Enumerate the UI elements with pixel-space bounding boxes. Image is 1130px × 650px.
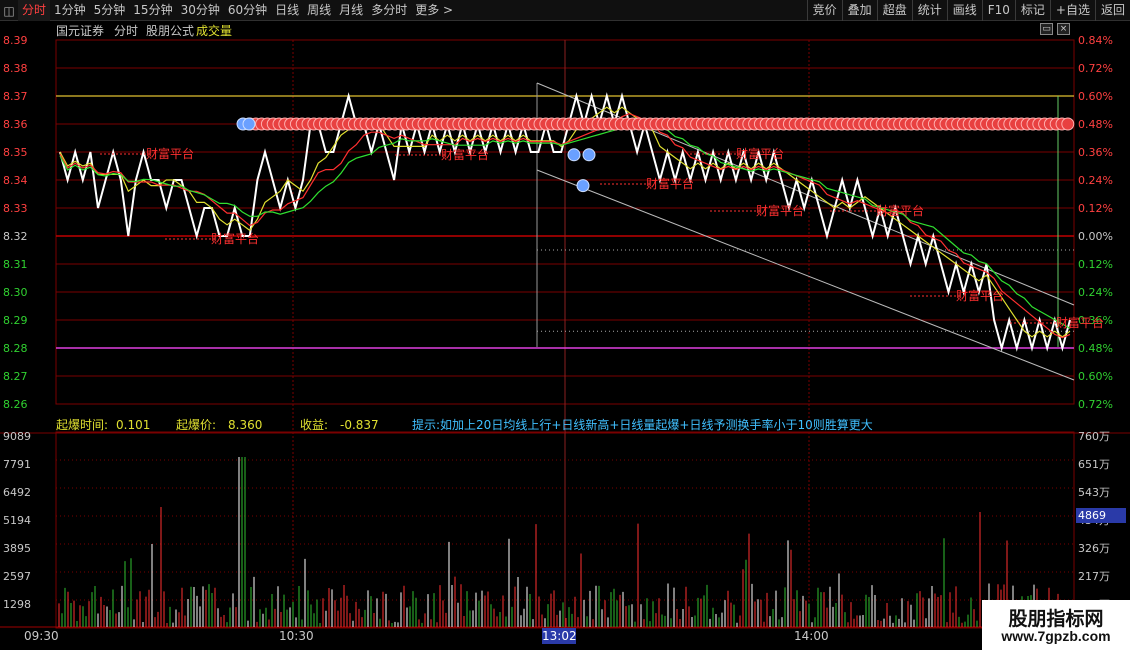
- price-axis-label: 8.26: [3, 398, 28, 411]
- signal-bead: [1061, 117, 1075, 131]
- annotation-label: 财富平台: [646, 176, 694, 191]
- time-label-1400: 14:00: [794, 629, 829, 643]
- percent-axis-label: 0.36%: [1078, 146, 1113, 159]
- intraday-chart: 8.39 0.84% 8.38 0.72% 8.37 0.60% 8.36 0.48% 8.35…: [0, 34, 1130, 629]
- burst-time-value: 0.101: [116, 418, 151, 432]
- percent-axis-label: 0.12%: [1078, 258, 1113, 271]
- volume-amount-label: 217万: [1078, 570, 1110, 583]
- price-axis-label: 8.35: [3, 146, 28, 159]
- watermark-url: www.7gpzb.com: [1001, 628, 1111, 644]
- volume-axis-label: 2597: [3, 570, 31, 583]
- volume-axis-label: 5194: [3, 514, 31, 527]
- volume-axis-label: 7791: [3, 458, 31, 471]
- percent-axis-label: 0.60%: [1078, 90, 1113, 103]
- volume-amount-label: 760万: [1078, 430, 1110, 443]
- price-axis-label: 8.38: [3, 62, 28, 75]
- annotation-label: 财富平台: [441, 147, 489, 162]
- blue-signal-dot: [242, 117, 256, 131]
- percent-axis-label: 0.24%: [1078, 286, 1113, 299]
- volume-axis-label: 1298: [3, 598, 31, 611]
- price-axis-label: 8.37: [3, 90, 28, 103]
- percent-axis-label: 0.48%: [1078, 118, 1113, 131]
- percent-axis-label: 0.72%: [1078, 398, 1113, 411]
- burst-price-label: 起爆价:: [176, 418, 217, 432]
- site-watermark: 股朋指标网 www.7gpzb.com: [982, 600, 1130, 650]
- annotation-label: 财富平台: [756, 203, 804, 218]
- percent-axis-label: 0.00%: [1078, 230, 1113, 243]
- percent-axis-label: 0.72%: [1078, 62, 1113, 75]
- percent-axis-label: 0.24%: [1078, 174, 1113, 187]
- price-axis-label: 8.31: [3, 258, 28, 271]
- annotation-label: 财富平台: [956, 288, 1004, 303]
- volume-axis-label: 3895: [3, 542, 31, 555]
- volume-amount-label: 651万: [1078, 458, 1110, 471]
- burst-price-value: 8.360: [228, 418, 263, 432]
- price-axis-label: 8.33: [3, 202, 28, 215]
- time-label-open: 09:30: [24, 629, 59, 643]
- volume-amount-label: 543万: [1078, 486, 1110, 499]
- blue-signal-dot: [582, 148, 596, 162]
- profit-value: -0.837: [340, 418, 379, 432]
- percent-axis-label: 0.84%: [1078, 34, 1113, 47]
- price-axis-label: 8.29: [3, 314, 28, 327]
- annotation-label: 财富平台: [211, 231, 259, 246]
- volume-axis-label: 6492: [3, 486, 31, 499]
- cursor-time-badge: 13:02: [542, 628, 577, 644]
- annotation-label: 财富平台: [736, 146, 784, 161]
- price-axis-label: 8.32: [3, 230, 28, 243]
- price-axis-label: 8.34: [3, 174, 28, 187]
- price-axis-label: 8.39: [3, 34, 28, 47]
- profit-label: 收益:: [300, 418, 329, 432]
- percent-axis-label: 0.60%: [1078, 370, 1113, 383]
- watermark-title: 股朋指标网: [1008, 608, 1104, 630]
- volume-amount-label: 326万: [1078, 542, 1110, 555]
- price-axis-label: 8.27: [3, 370, 28, 383]
- volume-axis-label: 9089: [3, 430, 31, 443]
- annotation-label: 财富平台: [1056, 315, 1104, 330]
- price-axis-label: 8.28: [3, 342, 28, 355]
- blue-signal-dot: [576, 179, 590, 193]
- blue-signal-dot: [567, 148, 581, 162]
- percent-axis-label: 0.12%: [1078, 202, 1113, 215]
- time-label-1030: 10:30: [279, 629, 314, 643]
- tip-text: 提示:如加上20日均线上行+日线新高+日线量起爆+日线予测换手率小于10则胜算更…: [412, 418, 873, 432]
- current-volume-badge: 4869: [1076, 508, 1126, 523]
- price-axis-label: 8.30: [3, 286, 28, 299]
- price-axis-label: 8.36: [3, 118, 28, 131]
- burst-time-label: 起爆时间:: [56, 418, 109, 432]
- annotation-label: 财富平台: [876, 203, 924, 218]
- percent-axis-label: 0.48%: [1078, 342, 1113, 355]
- annotation-label: 财富平台: [146, 146, 194, 161]
